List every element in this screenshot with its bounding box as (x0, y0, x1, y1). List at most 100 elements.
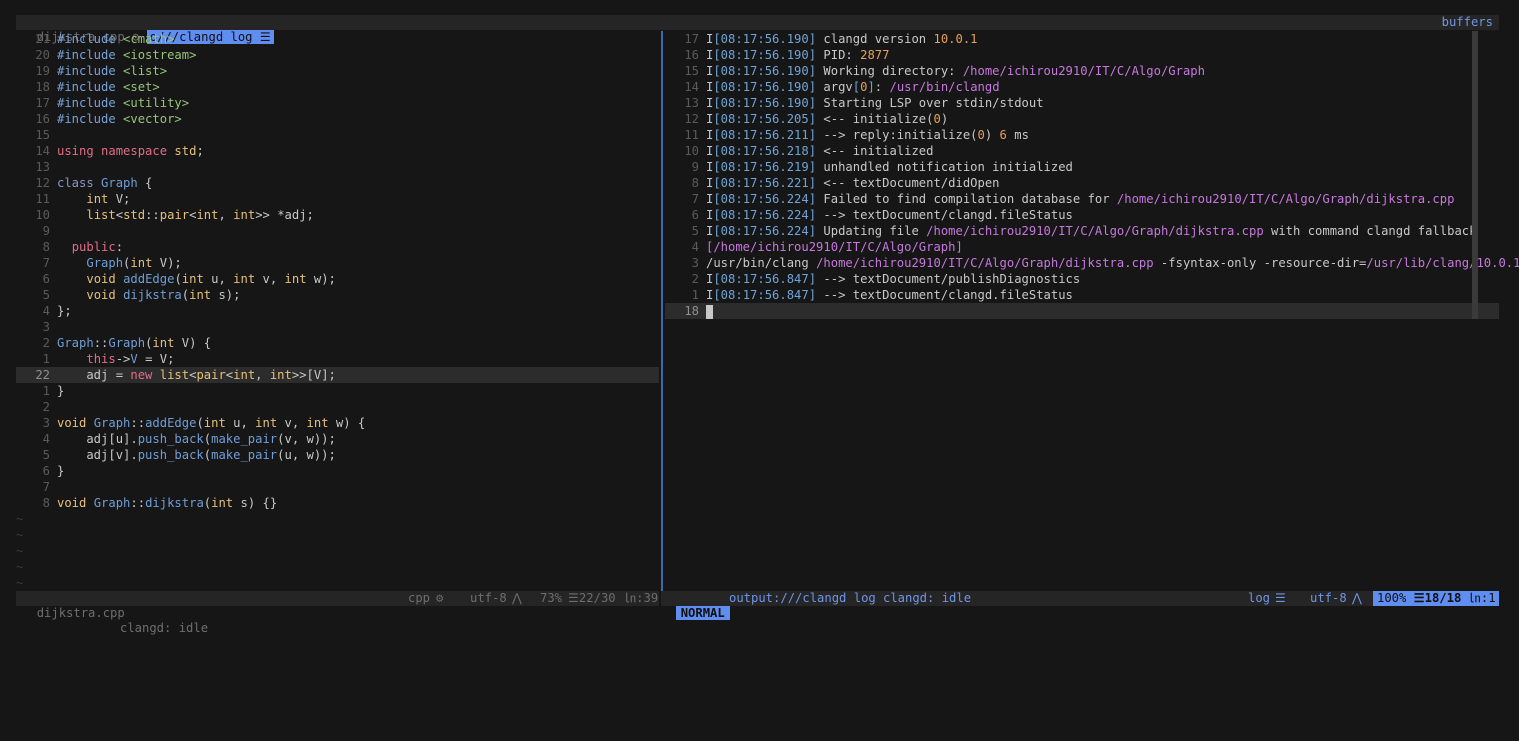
line-text: class Graph { (57, 176, 153, 190)
line-number: 16 (35, 112, 50, 126)
line-number: 6 (691, 208, 699, 222)
code-line[interactable]: 10 list<std::pair<int, int>> *adj; (16, 207, 659, 223)
line-text: } (57, 384, 65, 398)
code-line[interactable]: 20 #include <iostream> (16, 47, 659, 63)
line-number: 9 (42, 224, 50, 238)
line-text: #include <cmath> (57, 32, 175, 46)
code-line[interactable]: 7 (16, 479, 659, 495)
code-line[interactable]: 12 class Graph { (16, 175, 659, 191)
code-line[interactable]: 19 #include <list> (16, 63, 659, 79)
log-line[interactable]: 11 I[08:17:56.211] --> reply:initialize(0… (665, 127, 1499, 143)
status-encoding: utf-8 (470, 591, 507, 605)
line-number: 13 (35, 160, 50, 174)
status-percent: 73% (540, 591, 563, 605)
line-text: #include <utility> (57, 96, 190, 110)
log-line[interactable]: 1 I[08:17:56.847] --> textDocument/clangd… (665, 287, 1499, 303)
code-line[interactable]: 9 (16, 223, 659, 239)
code-line[interactable]: 15 (16, 127, 659, 143)
log-line[interactable]: 13 I[08:17:56.190] Starting LSP over stdi… (665, 95, 1499, 111)
line-number: 11 (684, 128, 699, 142)
code-line[interactable]: 1 this->V = V; (16, 351, 659, 367)
line-text: void addEdge(int u, int v, int w); (86, 272, 336, 286)
code-line[interactable]: 4}; (16, 303, 659, 319)
buffers-label[interactable]: buffers (1436, 15, 1499, 30)
code-line[interactable]: 4 adj[u].push_back(make_pair(v, w)); (16, 431, 659, 447)
line-text (706, 304, 713, 319)
log-line[interactable]: 14 I[08:17:56.190] argv[0]: /usr/bin/clan… (665, 79, 1499, 95)
status-buffer: output:///clangd log (729, 591, 876, 605)
line-text: adj[u].push_back(make_pair(v, w)); (57, 432, 336, 446)
line-number: 11 (35, 192, 50, 206)
log-line[interactable]: 16 I[08:17:56.190] PID: 2877 (665, 47, 1499, 63)
log-line[interactable]: 5 I[08:17:56.224] Updating file /home/ich… (665, 223, 1499, 239)
code-line[interactable]: 1} (16, 383, 659, 399)
empty-line-tilde: ~ (16, 528, 24, 542)
code-line[interactable]: 6} (16, 463, 659, 479)
log-window-right[interactable]: 17 I[08:17:56.190] clangd version 10.0.1 1… (665, 31, 1519, 591)
line-text: void Graph::addEdge(int u, int v, int w)… (57, 416, 366, 430)
tabline: dijkstra.cpp ⚙ o///clangd log ☰ buffers (16, 15, 1499, 44)
log-icon: ☰ (1275, 591, 1286, 605)
line-text: using namespace std; (57, 144, 204, 158)
code-line[interactable]: 18 #include <set> (16, 79, 659, 95)
line-number: 4 (42, 432, 50, 446)
code-line[interactable]: 6 void addEdge(int u, int v, int w); (16, 271, 659, 287)
code-line[interactable]: 3 (16, 319, 659, 335)
window-separator[interactable] (661, 31, 663, 591)
status-column: ㏑:39 (624, 591, 659, 605)
code-line[interactable]: 14 using namespace std; (16, 143, 659, 159)
log-line[interactable]: 3/usr/bin/clang /home/ichirou2910/IT/C/A… (665, 255, 1519, 271)
line-number: 5 (691, 224, 699, 238)
log-current-line[interactable]: 18 (665, 303, 1499, 319)
line-number: 15 (35, 128, 50, 142)
code-line[interactable]: 2 (16, 399, 659, 415)
empty-line-tilde: ~ (16, 576, 24, 590)
log-line[interactable]: 2 I[08:17:56.847] --> textDocument/publis… (665, 271, 1499, 287)
code-line[interactable]: 11 int V; (16, 191, 659, 207)
code-line[interactable]: 5 void dijkstra(int s); (16, 287, 659, 303)
code-line[interactable]: 21 #include <cmath> (16, 31, 659, 47)
line-number: 9 (691, 160, 699, 174)
line-number: 7 (42, 256, 50, 270)
linux-icon: ⋀ (1352, 591, 1362, 605)
status-position: ☰18/18 (1413, 591, 1462, 605)
code-line[interactable]: 8 public: (16, 239, 659, 255)
line-text: void Graph::dijkstra(int s) {} (57, 496, 278, 510)
log-line[interactable]: 8 I[08:17:56.221] <-- textDocument/didOpe… (665, 175, 1499, 191)
line-text: I[08:17:56.190] Starting LSP over stdin/… (706, 96, 1044, 110)
code-line[interactable]: 7 Graph(int V); (16, 255, 659, 271)
line-text: #include <set> (57, 80, 160, 94)
code-current-line[interactable]: 22 adj = new list<pair<int, int>>[V]; (16, 367, 659, 383)
line-number: 20 (35, 48, 50, 62)
log-line[interactable]: 6 I[08:17:56.224] --> textDocument/clangd… (665, 207, 1499, 223)
log-line[interactable]: 4 [/home/ichirou2910/IT/C/Algo/Graph] (665, 239, 1499, 255)
line-number: 2 (42, 400, 50, 414)
line-number: 17 (35, 96, 50, 110)
line-text: [/home/ichirou2910/IT/C/Algo/Graph] (706, 240, 963, 254)
code-line[interactable]: 13 (16, 159, 659, 175)
log-line[interactable]: 10 I[08:17:56.218] <-- initialized (665, 143, 1499, 159)
status-percent: 100% (1377, 591, 1407, 605)
code-line[interactable]: 2 Graph::Graph(int V) { (16, 335, 659, 351)
line-number: 3 (42, 416, 50, 430)
log-line[interactable]: 9 I[08:17:56.219] unhandled notification … (665, 159, 1499, 175)
status-filetype: cpp (408, 591, 431, 605)
scrollbar[interactable] (1472, 31, 1478, 319)
empty-line-tilde: ~ (16, 512, 24, 526)
code-line[interactable]: 5 adj[v].push_back(make_pair(u, w)); (16, 447, 659, 463)
log-line[interactable]: 12 I[08:17:56.205] <-- initialize(0) (665, 111, 1499, 127)
code-line[interactable]: 8 void Graph::dijkstra(int s) {} (16, 495, 659, 511)
editor-window-left[interactable]: 21 #include <cmath> 20 #include <iostream> 1… (16, 31, 659, 591)
line-number: 4 (691, 240, 699, 254)
log-line[interactable]: 17 I[08:17:56.190] clangd version 10.0.1 (665, 31, 1499, 47)
log-line[interactable]: 15 I[08:17:56.190] Working directory: /ho… (665, 63, 1499, 79)
line-text: I[08:17:56.218] <-- initialized (706, 144, 934, 158)
line-number: 1 (691, 288, 699, 302)
status-filetype: log (1248, 591, 1271, 605)
code-line[interactable]: 3 void Graph::addEdge(int u, int v, int w… (16, 415, 659, 431)
status-lsp: clangd: idle (883, 591, 972, 605)
empty-line-tilde: ~ (16, 544, 24, 558)
log-line[interactable]: 7 I[08:17:56.224] Failed to find compilat… (665, 191, 1499, 207)
code-line[interactable]: 17 #include <utility> (16, 95, 659, 111)
code-line[interactable]: 16 #include <vector> (16, 111, 659, 127)
